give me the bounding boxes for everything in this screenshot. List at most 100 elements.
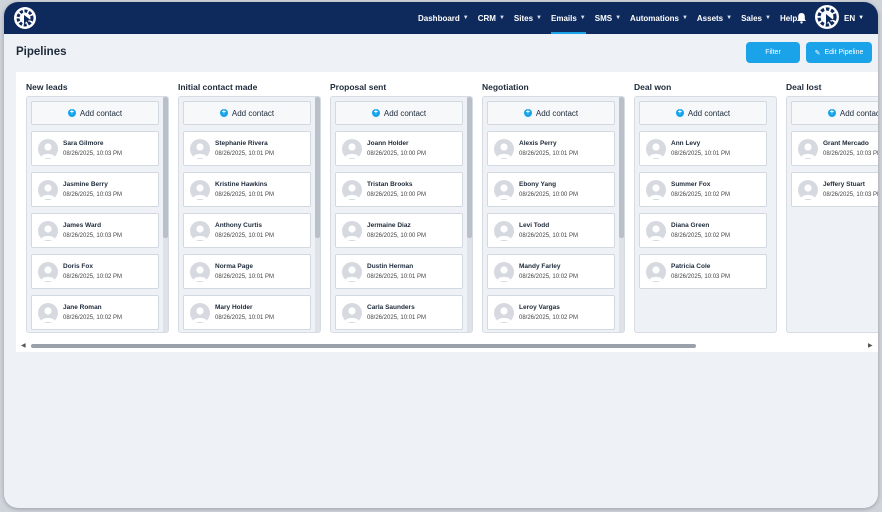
contact-card[interactable]: Alexis Perry 08/26/2025, 10:01 PM [487, 131, 615, 166]
contact-card[interactable]: Sara Gilmore 08/26/2025, 10:03 PM [31, 131, 159, 166]
contact-avatar-icon [494, 262, 514, 282]
column-body: + Add contact Grant Mercado 08/26/2025, 10:… [786, 96, 878, 333]
contact-date: 08/26/2025, 10:01 PM [215, 192, 275, 198]
contact-card[interactable]: Jane Roman 08/26/2025, 10:02 PM [31, 295, 159, 330]
add-contact-label: Add contact [79, 108, 123, 118]
language-selector[interactable]: EN ▼ [844, 2, 864, 34]
contact-date: 08/26/2025, 10:01 PM [215, 151, 275, 157]
contact-date: 08/26/2025, 10:03 PM [63, 192, 123, 198]
contact-name: Sara Gilmore [63, 140, 104, 147]
contact-card[interactable]: Dustin Herman 08/26/2025, 10:01 PM [335, 254, 463, 289]
scrollbar-thumb[interactable] [31, 344, 696, 348]
contact-card[interactable]: Ann Levy 08/26/2025, 10:01 PM [639, 131, 767, 166]
contact-card[interactable]: Mary Holder 08/26/2025, 10:01 PM [183, 295, 311, 330]
nav-item-sales[interactable]: Sales ▼ [741, 2, 771, 34]
contact-name: Norma Page [215, 263, 253, 270]
nav-item-sites[interactable]: Sites ▼ [514, 2, 542, 34]
plus-circle-icon: + [67, 109, 76, 117]
contact-card[interactable]: James Ward 08/26/2025, 10:03 PM [31, 213, 159, 248]
contact-date: 08/26/2025, 10:03 PM [823, 151, 878, 157]
add-contact-button[interactable]: + Add contact [487, 101, 615, 125]
contact-name: Levi Todd [519, 222, 550, 229]
nav-item-emails[interactable]: Emails ▼ [551, 2, 586, 34]
contact-name: Ebony Yang [519, 181, 557, 188]
contact-card[interactable]: Summer Fox 08/26/2025, 10:02 PM [639, 172, 767, 207]
contact-card[interactable]: Mandy Farley 08/26/2025, 10:02 PM [487, 254, 615, 289]
pipeline-column: Proposal sent + Add contact Joann Holder 08/… [320, 72, 473, 334]
scroll-right-arrow-icon[interactable]: ▶ [868, 342, 873, 349]
add-contact-button[interactable]: + Add contact [183, 101, 311, 125]
nav-item-label: Assets [696, 13, 724, 23]
pipeline-board: ◀ ▶ New leads + Add contact Sara Gilmore 08/… [16, 72, 878, 352]
contact-name: Patricia Cole [671, 263, 711, 270]
contact-date: 08/26/2025, 10:01 PM [215, 233, 275, 239]
contact-name: Jermaine Diaz [367, 222, 411, 229]
chevron-down-icon: ▼ [681, 15, 688, 21]
scroll-left-arrow-icon[interactable]: ◀ [21, 342, 26, 349]
nav-item-help[interactable]: Help [780, 2, 797, 34]
contact-avatar-icon [494, 180, 514, 200]
contact-date: 08/26/2025, 10:01 PM [367, 274, 427, 280]
contact-avatar-icon [38, 303, 58, 323]
bell-icon[interactable] [796, 12, 807, 24]
chevron-down-icon: ▼ [498, 15, 505, 21]
column-body: + Add contact Joann Holder 08/26/2025, 10:0… [330, 96, 473, 333]
contact-name: Carla Saunders [367, 304, 415, 311]
contact-card[interactable]: Diana Green 08/26/2025, 10:02 PM [639, 213, 767, 248]
nav-item-sms[interactable]: SMS ▼ [595, 2, 621, 34]
nav-item-dashboard[interactable]: Dashboard ▼ [418, 2, 469, 34]
contact-date: 08/26/2025, 10:02 PM [519, 315, 579, 321]
contact-card[interactable]: Norma Page 08/26/2025, 10:01 PM [183, 254, 311, 289]
contact-card[interactable]: Levi Todd 08/26/2025, 10:01 PM [487, 213, 615, 248]
pipeline-column: Deal won + Add contact Ann Levy 08/26/2025, … [624, 72, 777, 334]
add-contact-button[interactable]: + Add contact [31, 101, 159, 125]
contact-card[interactable]: Tristan Brooks 08/26/2025, 10:00 PM [335, 172, 463, 207]
contact-card[interactable]: Jasmine Berry 08/26/2025, 10:03 PM [31, 172, 159, 207]
logo-icon[interactable] [14, 7, 36, 29]
chevron-down-icon: ▼ [615, 15, 622, 21]
filter-button[interactable]: Filter [746, 42, 800, 63]
plus-circle-icon: + [523, 109, 532, 117]
contact-date: 08/26/2025, 10:01 PM [215, 274, 275, 280]
contact-card[interactable]: Anthony Curtis 08/26/2025, 10:01 PM [183, 213, 311, 248]
contact-avatar-icon [38, 139, 58, 159]
contact-card[interactable]: Stephanie Rivera 08/26/2025, 10:01 PM [183, 131, 311, 166]
nav-item-automations[interactable]: Automations ▼ [630, 2, 688, 34]
contact-card[interactable]: Ebony Yang 08/26/2025, 10:00 PM [487, 172, 615, 207]
pipeline-column: Initial contact made + Add contact Stephani… [168, 72, 321, 334]
column-title: Negotiation [482, 82, 529, 92]
add-contact-button[interactable]: + Add contact [791, 101, 878, 125]
chevron-down-icon: ▼ [765, 15, 771, 21]
user-avatar-icon[interactable] [815, 5, 839, 29]
contact-date: 08/26/2025, 10:02 PM [671, 233, 731, 239]
contact-card[interactable]: Doris Fox 08/26/2025, 10:02 PM [31, 254, 159, 289]
add-contact-button[interactable]: + Add contact [335, 101, 463, 125]
contact-name: Dustin Herman [367, 263, 414, 270]
nav-item-label: Dashboard [418, 13, 460, 23]
horizontal-scrollbar[interactable]: ◀ ▶ [16, 342, 878, 350]
contact-card[interactable]: Patricia Cole 08/26/2025, 10:03 PM [639, 254, 767, 289]
contact-name: James Ward [63, 222, 102, 229]
contact-date: 08/26/2025, 10:03 PM [63, 233, 123, 239]
chevron-down-icon: ▼ [726, 15, 733, 21]
contact-name: Grant Mercado [823, 140, 869, 147]
column-title: Deal won [634, 82, 672, 92]
contact-date: 08/26/2025, 10:03 PM [671, 274, 731, 280]
add-contact-label: Add contact [687, 108, 731, 118]
column-body: + Add contact Alexis Perry 08/26/2025, 10:0… [482, 96, 625, 333]
contact-card[interactable]: Leroy Vargas 08/26/2025, 10:02 PM [487, 295, 615, 330]
contact-card[interactable]: Carla Saunders 08/26/2025, 10:01 PM [335, 295, 463, 330]
add-contact-button[interactable]: + Add contact [639, 101, 767, 125]
contact-card[interactable]: Grant Mercado 08/26/2025, 10:03 PM [791, 131, 878, 166]
plus-circle-icon: + [827, 109, 836, 117]
contact-card[interactable]: Jeffery Stuart 08/26/2025, 10:03 PM [791, 172, 878, 207]
nav-item-assets[interactable]: Assets ▼ [697, 2, 732, 34]
nav-item-crm[interactable]: CRM ▼ [478, 2, 505, 34]
chevron-down-icon: ▼ [536, 15, 542, 21]
contact-card[interactable]: Kristine Hawkins 08/26/2025, 10:01 PM [183, 172, 311, 207]
edit-pipeline-button[interactable]: ✎ Edit Pipeline [806, 42, 872, 63]
contact-avatar-icon [646, 262, 666, 282]
contact-card[interactable]: Jermaine Diaz 08/26/2025, 10:00 PM [335, 213, 463, 248]
contact-avatar-icon [342, 139, 362, 159]
contact-card[interactable]: Joann Holder 08/26/2025, 10:00 PM [335, 131, 463, 166]
